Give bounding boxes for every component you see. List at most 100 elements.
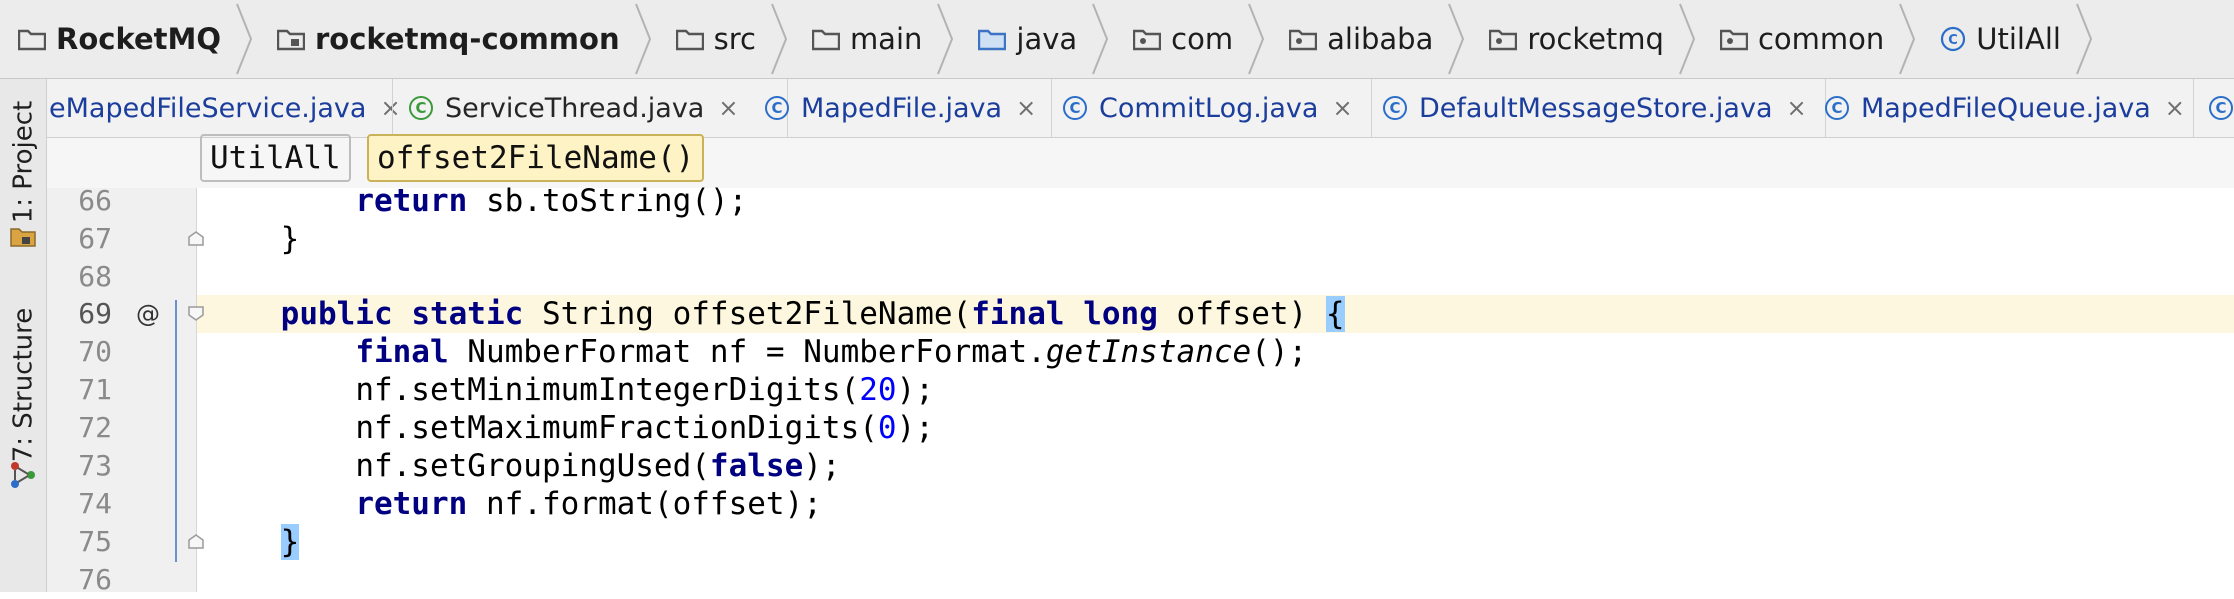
keyword: return <box>355 183 468 219</box>
code-line-67[interactable]: } <box>206 220 300 258</box>
close-icon[interactable]: × <box>1332 94 1352 122</box>
class-icon: C <box>409 96 433 120</box>
crumb-label: common <box>1757 22 1885 56</box>
chevron-separator-icon <box>1248 3 1265 75</box>
structure-tab-label: 7: Structure <box>8 307 39 463</box>
crumb-label: rocketmq-common <box>315 22 620 56</box>
chevron-separator-icon <box>1092 3 1109 75</box>
class-icon: C <box>1940 26 1966 52</box>
line-number: 67 <box>78 222 112 255</box>
crumb-utilall[interactable]: C UtilAll <box>1920 0 2097 78</box>
line-number: 73 <box>78 449 112 482</box>
crumb-label: rocketmq <box>1527 22 1664 56</box>
override-marker-icon[interactable]: @ <box>136 295 160 333</box>
tab-commitlog[interactable]: C CommitLog.java × <box>1063 79 1353 137</box>
code-line-72[interactable]: nf.setMaximumFractionDigits(0); <box>206 409 934 447</box>
project-tab-label: 1: Project <box>8 100 38 224</box>
matched-brace: { <box>1325 296 1345 332</box>
package-icon <box>1719 27 1748 51</box>
number-literal: 0 <box>877 410 897 446</box>
tab-utilall-active[interactable]: C <box>2209 79 2234 137</box>
tab-label: ServiceThread.java <box>445 92 705 124</box>
code-line-70[interactable]: final NumberFormat nf = NumberFormat.get… <box>206 333 1307 371</box>
crumb-com[interactable]: com <box>1113 0 1269 78</box>
crumb-rocketmq[interactable]: RocketMQ <box>0 0 257 78</box>
tab-label: CommitLog.java <box>1099 92 1319 124</box>
crumb-java[interactable]: java <box>958 0 1113 78</box>
project-tool-tab[interactable]: 1: Project <box>0 87 46 237</box>
structure-tool-tab[interactable]: 7: Structure <box>0 285 46 485</box>
crumb-rocketmq-package[interactable]: rocketmq <box>1469 0 1700 78</box>
code-text: String offset2FileName( <box>523 296 972 332</box>
package-icon <box>1289 27 1318 51</box>
code-line-73[interactable]: nf.setGroupingUsed(false); <box>206 447 841 485</box>
crumb-label: UtilAll <box>1976 22 2061 56</box>
crumb-main[interactable]: main <box>792 0 958 78</box>
editor-breadcrumb-class[interactable]: UtilAll <box>200 134 351 182</box>
crumb-rocketmq-common[interactable]: rocketmq-common <box>257 0 656 78</box>
code-text: nf.setMaximumFractionDigits( <box>355 410 878 446</box>
editor-tab-bar: eMapedFileService.java × C ServiceThread… <box>47 79 2234 138</box>
svg-text:C: C <box>1949 33 1959 48</box>
line-number: 72 <box>78 411 112 444</box>
chevron-separator-icon <box>2076 3 2093 75</box>
crumb-alibaba[interactable]: alibaba <box>1269 0 1469 78</box>
tab-label: MapedFile.java <box>801 92 1003 124</box>
tool-window-strip: 1: Project 7: Structure <box>0 79 47 592</box>
line-number: 68 <box>78 260 112 293</box>
close-icon[interactable]: × <box>2165 94 2185 122</box>
chevron-separator-icon <box>1448 3 1465 75</box>
code-text: offset) <box>1157 296 1326 332</box>
close-icon[interactable]: × <box>1787 94 1807 122</box>
fold-end-icon[interactable] <box>186 229 206 249</box>
matched-brace: } <box>280 524 300 560</box>
tab-label: DefaultMessageStore.java <box>1419 92 1773 124</box>
class-icon: C <box>1063 96 1087 120</box>
chevron-separator-icon <box>1899 3 1916 75</box>
static-method-call: getInstance <box>1045 334 1252 370</box>
chevron-separator-icon <box>937 3 954 75</box>
folder-icon <box>675 27 704 51</box>
crumb-label: RocketMQ <box>56 22 221 56</box>
class-icon: C <box>1825 96 1849 120</box>
keyword: final <box>355 334 449 370</box>
code-text: nf.setGroupingUsed( <box>355 448 710 484</box>
close-icon[interactable]: × <box>1016 94 1036 122</box>
crumb-common[interactable]: common <box>1700 0 1920 78</box>
tab-mapedfile[interactable]: C MapedFile.java × <box>765 79 1036 137</box>
line-number: 70 <box>78 335 112 368</box>
tab-label: MapedFileQueue.java <box>1861 92 2151 124</box>
code-line-71[interactable]: nf.setMinimumIntegerDigits(20); <box>206 371 934 409</box>
number-literal: 20 <box>859 372 897 408</box>
line-number: 74 <box>78 487 112 520</box>
crumb-src[interactable]: src <box>656 0 792 78</box>
fold-end-icon[interactable] <box>186 532 206 552</box>
chevron-separator-icon <box>634 3 651 75</box>
tab-defaultmessagestore[interactable]: C DefaultMessageStore.java × <box>1383 79 1807 137</box>
fold-start-icon[interactable] <box>186 304 206 324</box>
code-line-75[interactable]: } <box>206 523 300 561</box>
class-icon: C <box>765 96 789 120</box>
crumb-label: java <box>1016 22 1078 56</box>
tab-mapedfilequeue[interactable]: C MapedFileQueue.java × <box>1825 79 2185 137</box>
line-number: 71 <box>78 373 112 406</box>
tab-label: eMapedFileService.java <box>49 92 367 124</box>
line-number: 75 <box>78 525 112 558</box>
package-icon <box>1133 27 1162 51</box>
code-text: ); <box>803 448 841 484</box>
change-marker <box>175 300 177 562</box>
tab-servicethread[interactable]: C ServiceThread.java × <box>409 79 738 137</box>
code-line-74[interactable]: return nf.format(offset); <box>206 485 822 523</box>
tab-mapedfileservice[interactable]: eMapedFileService.java × <box>49 79 401 137</box>
code-line-69[interactable]: public static String offset2FileName(fin… <box>206 295 1345 333</box>
code-text: NumberFormat nf = NumberFormat. <box>448 334 1046 370</box>
code-text: sb.toString(); <box>467 183 748 219</box>
chevron-separator-icon <box>236 3 253 75</box>
crumb-label: com <box>1171 22 1234 56</box>
close-icon[interactable]: × <box>718 94 738 122</box>
line-number: 76 <box>78 563 112 596</box>
chevron-separator-icon <box>1679 3 1696 75</box>
code-line-66[interactable]: return sb.toString(); <box>206 182 747 220</box>
editor-breadcrumb-method[interactable]: offset2FileName() <box>367 134 705 182</box>
close-icon[interactable]: × <box>380 94 400 122</box>
